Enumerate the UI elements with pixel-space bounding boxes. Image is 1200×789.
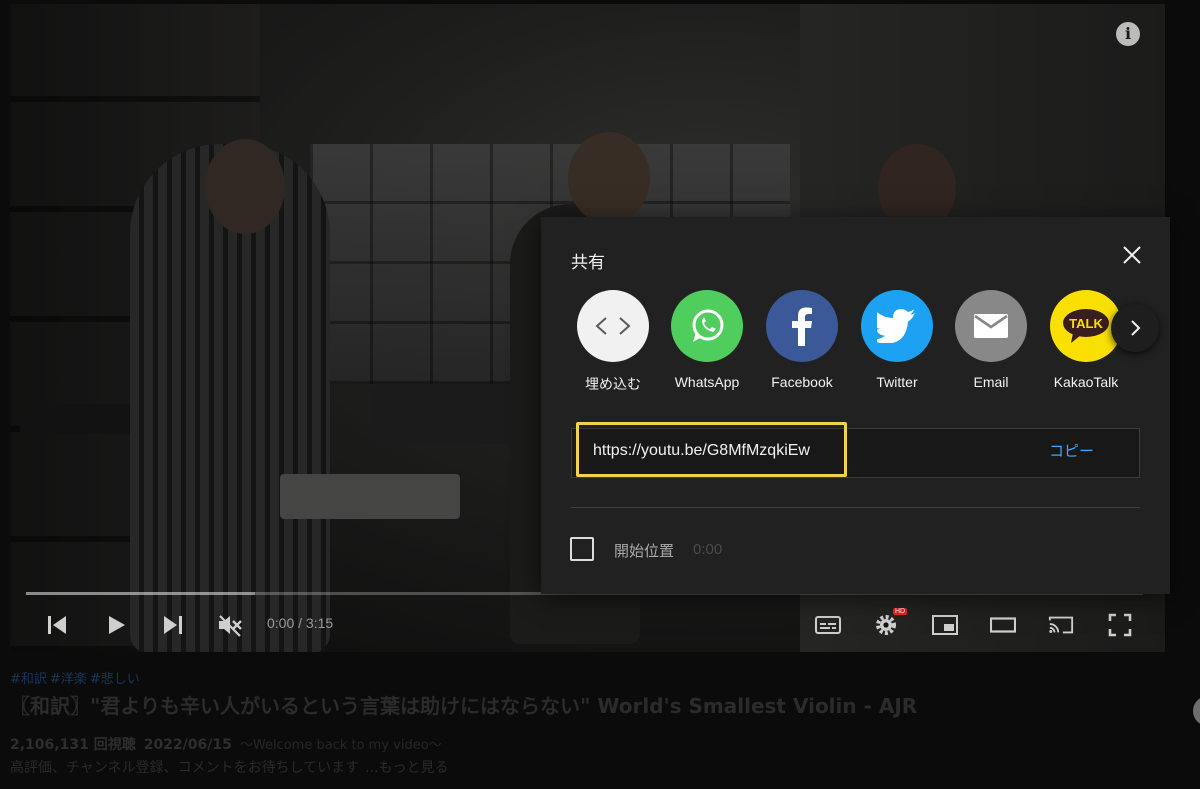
miniplayer-button[interactable] bbox=[932, 612, 958, 638]
share-dialog-title: 共有 bbox=[571, 253, 605, 273]
edge-button[interactable] bbox=[1193, 696, 1200, 726]
share-target-facebook[interactable]: Facebook bbox=[757, 290, 847, 390]
share-circle-email bbox=[955, 290, 1027, 362]
share-circle-embed bbox=[577, 290, 649, 362]
hd-badge: HD bbox=[893, 608, 908, 615]
share-dialog: 共有 埋め込む WhatsApp Facebook Twitter Email bbox=[541, 217, 1170, 594]
description-first-line: 〜Welcome back to my video〜 bbox=[239, 738, 442, 753]
cast-button[interactable] bbox=[1048, 612, 1074, 638]
cast-icon bbox=[1048, 616, 1074, 634]
mute-button[interactable] bbox=[217, 612, 243, 638]
share-circle-twitter bbox=[861, 290, 933, 362]
email-icon bbox=[974, 314, 1008, 338]
start-at-time: 0:00 bbox=[693, 541, 723, 558]
divider bbox=[571, 507, 1140, 508]
share-circle-whatsapp bbox=[671, 290, 743, 362]
previous-button[interactable] bbox=[44, 612, 70, 638]
video-title: 〖和訳〗"君よりも辛い人がいるという言葉は助けにはならない" World's S… bbox=[10, 694, 918, 718]
share-url-input[interactable]: https://youtu.be/G8MfMzqkiEw bbox=[593, 442, 810, 460]
twitter-icon bbox=[877, 309, 915, 343]
whatsapp-icon bbox=[692, 309, 724, 342]
share-label-email: Email bbox=[973, 374, 1009, 390]
close-icon bbox=[1123, 246, 1141, 264]
copy-button[interactable]: コピー bbox=[1049, 440, 1094, 461]
time-display: 0:00 / 3:15 bbox=[267, 615, 334, 631]
fullscreen-button[interactable] bbox=[1107, 612, 1133, 638]
skip-previous-icon bbox=[48, 616, 66, 634]
gear-icon bbox=[876, 615, 896, 635]
share-label-embed: 埋め込む bbox=[585, 376, 641, 392]
volume-muted-icon bbox=[219, 615, 242, 637]
show-more-link[interactable]: ...もっと見る bbox=[365, 760, 448, 776]
embed-code-icon bbox=[595, 317, 631, 335]
kakaotalk-icon-text: TALK bbox=[1069, 316, 1103, 331]
theater-mode-icon bbox=[990, 617, 1016, 633]
description-text: 高評価、チャンネル登録、コメントをお待ちしています bbox=[10, 760, 360, 776]
theater-mode-button[interactable] bbox=[990, 612, 1016, 638]
share-target-whatsapp[interactable]: WhatsApp bbox=[662, 290, 752, 390]
view-count: 2,106,131 回視聴 bbox=[10, 737, 136, 753]
progress-buffered bbox=[26, 592, 255, 595]
share-circle-facebook bbox=[766, 290, 838, 362]
start-at-checkbox[interactable] bbox=[570, 537, 594, 561]
kakaotalk-icon: TALK bbox=[1063, 309, 1109, 343]
settings-button[interactable]: HD bbox=[873, 608, 908, 638]
share-next-button[interactable] bbox=[1111, 304, 1159, 352]
skip-next-icon bbox=[164, 616, 182, 634]
share-label-twitter: Twitter bbox=[876, 374, 918, 390]
miniplayer-icon bbox=[932, 615, 958, 635]
next-button[interactable] bbox=[160, 612, 186, 638]
hashtag-link[interactable]: #洋楽 bbox=[50, 672, 87, 687]
close-button[interactable] bbox=[1121, 244, 1143, 266]
hashtag-link[interactable]: #悲しい bbox=[90, 672, 140, 687]
share-label-kakaotalk: KakaoTalk bbox=[1053, 374, 1119, 390]
share-label-facebook: Facebook bbox=[771, 374, 833, 390]
share-label-whatsapp: WhatsApp bbox=[674, 374, 740, 390]
video-meta-line: 2,106,131 回視聴 2022/06/15 〜Welcome back to … bbox=[10, 734, 442, 754]
share-target-email[interactable]: Email bbox=[946, 290, 1036, 390]
facebook-icon bbox=[792, 307, 812, 346]
play-button[interactable] bbox=[103, 612, 129, 638]
share-target-embed[interactable]: 埋め込む bbox=[568, 290, 658, 394]
upload-date: 2022/06/15 bbox=[143, 737, 232, 753]
hashtags: #和訳 #洋楽 #悲しい bbox=[10, 668, 143, 687]
play-icon bbox=[109, 616, 125, 634]
fullscreen-icon bbox=[1108, 613, 1132, 637]
info-icon[interactable]: i bbox=[1116, 22, 1140, 46]
description-snippet: 高評価、チャンネル登録、コメントをお待ちしています ...もっと見る bbox=[10, 757, 449, 777]
share-target-twitter[interactable]: Twitter bbox=[852, 290, 942, 390]
hashtag-link[interactable]: #和訳 bbox=[10, 672, 47, 687]
subtitles-icon bbox=[815, 616, 841, 634]
chevron-right-icon bbox=[1131, 320, 1141, 336]
subtitles-button[interactable] bbox=[815, 612, 841, 638]
start-at-label: 開始位置 bbox=[614, 542, 675, 560]
